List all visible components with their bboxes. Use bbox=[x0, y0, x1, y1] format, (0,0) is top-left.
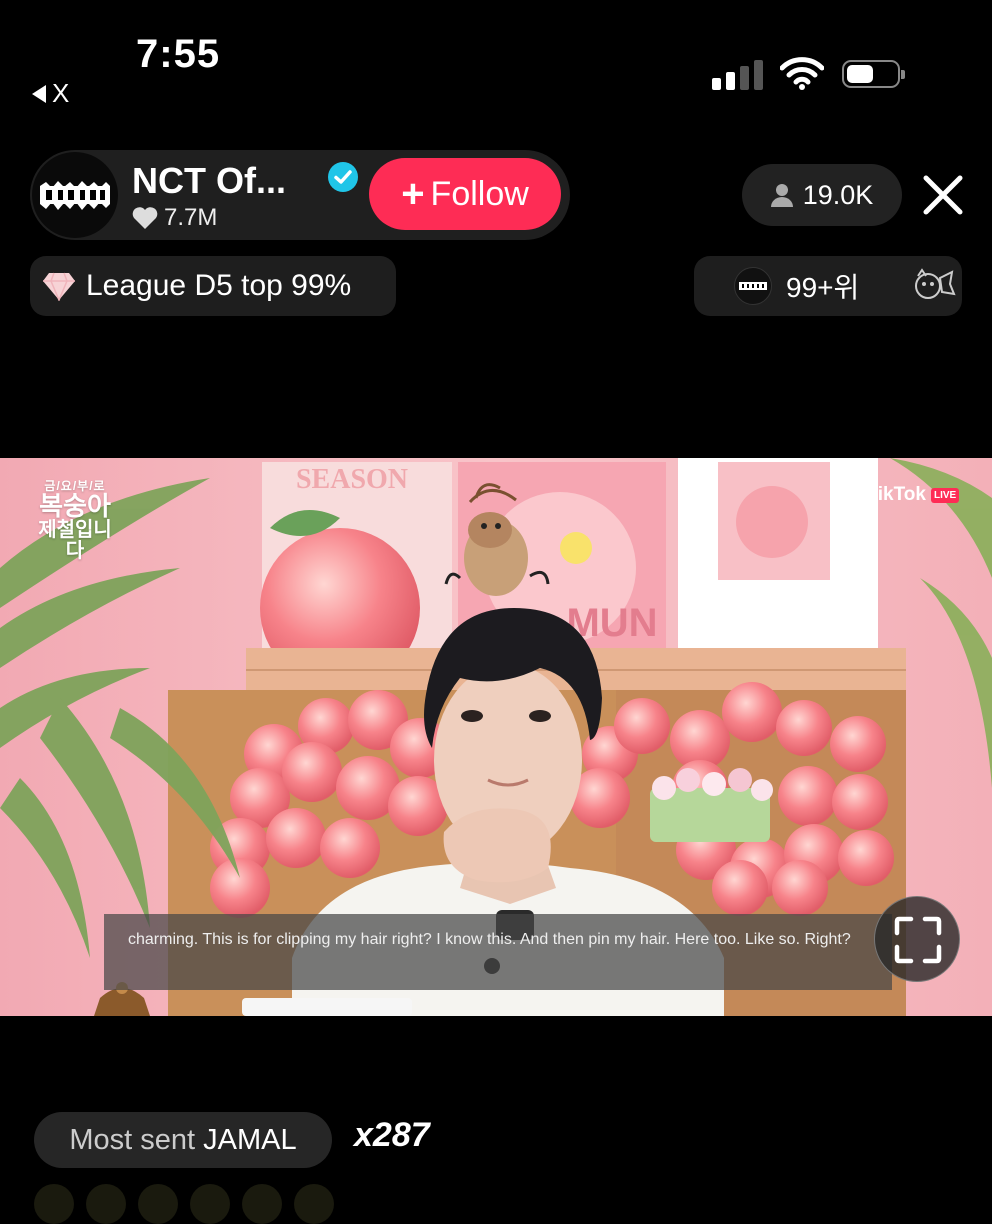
most-sent-prefix: Most sent bbox=[69, 1123, 196, 1156]
league-label: League D5 top 99% bbox=[86, 269, 352, 302]
poster-word-season: SEASON bbox=[296, 464, 408, 495]
host-likes: 7.7M bbox=[132, 204, 217, 232]
back-to-app-button[interactable]: X bbox=[32, 78, 69, 109]
plus-icon: + bbox=[401, 172, 425, 216]
viewer-count: 19.0K bbox=[802, 179, 874, 210]
league-badge[interactable]: League D5 top 99% bbox=[30, 256, 396, 316]
tiktok-label: TikTok bbox=[866, 484, 926, 505]
verified-badge-icon bbox=[328, 162, 358, 192]
back-arrow-icon bbox=[32, 84, 46, 103]
viewer-count-button[interactable]: 19.0K bbox=[742, 164, 902, 226]
ranking-label: 99+위 bbox=[786, 272, 860, 303]
battery-icon bbox=[842, 60, 905, 88]
fullscreen-button[interactable] bbox=[874, 896, 960, 982]
close-icon[interactable] bbox=[918, 170, 968, 220]
follow-button[interactable]: + Follow bbox=[369, 158, 561, 230]
likes-count: 7.7M bbox=[164, 204, 218, 231]
ranking-logo-icon bbox=[734, 267, 772, 305]
status-time: 7:55 bbox=[136, 32, 221, 76]
host-avatar[interactable] bbox=[32, 152, 118, 238]
tiktok-live-watermark: ♪ TikTok LIVE bbox=[852, 484, 960, 506]
live-captions: charming. This is for clipping my hair r… bbox=[104, 914, 892, 990]
person-icon bbox=[770, 184, 793, 207]
faded-comment-row bbox=[34, 1184, 334, 1224]
fullscreen-icon bbox=[894, 916, 942, 964]
diamond-icon bbox=[43, 272, 75, 301]
heart-icon bbox=[132, 207, 158, 229]
show-title-main: 복숭아 bbox=[39, 490, 111, 521]
tiktok-logo-icon: ♪ bbox=[852, 484, 862, 505]
most-sent-gift-badge[interactable]: Most sent JAMAL bbox=[34, 1112, 332, 1168]
ranking-badge[interactable]: 99+위 bbox=[694, 256, 962, 316]
live-video[interactable]: SEASON MUN 금/요/부/로 복숭아 제철입니다 ♪ TikTok LI… bbox=[0, 458, 992, 1016]
show-title-sub: 제철입니다 bbox=[38, 518, 112, 562]
wifi-icon bbox=[780, 57, 824, 90]
character-sticker-icon bbox=[915, 268, 956, 299]
most-sent-name: JAMAL bbox=[203, 1123, 297, 1156]
gift-count: x287 bbox=[354, 1116, 430, 1154]
host-name[interactable]: NCT Of... bbox=[132, 160, 286, 202]
cellular-signal-icon bbox=[712, 58, 763, 90]
back-label: X bbox=[52, 78, 70, 108]
follow-label: Follow bbox=[430, 174, 529, 213]
show-title: 금/요/부/로 복숭아 제철입니다 bbox=[30, 480, 120, 562]
live-badge: LIVE bbox=[930, 487, 960, 503]
